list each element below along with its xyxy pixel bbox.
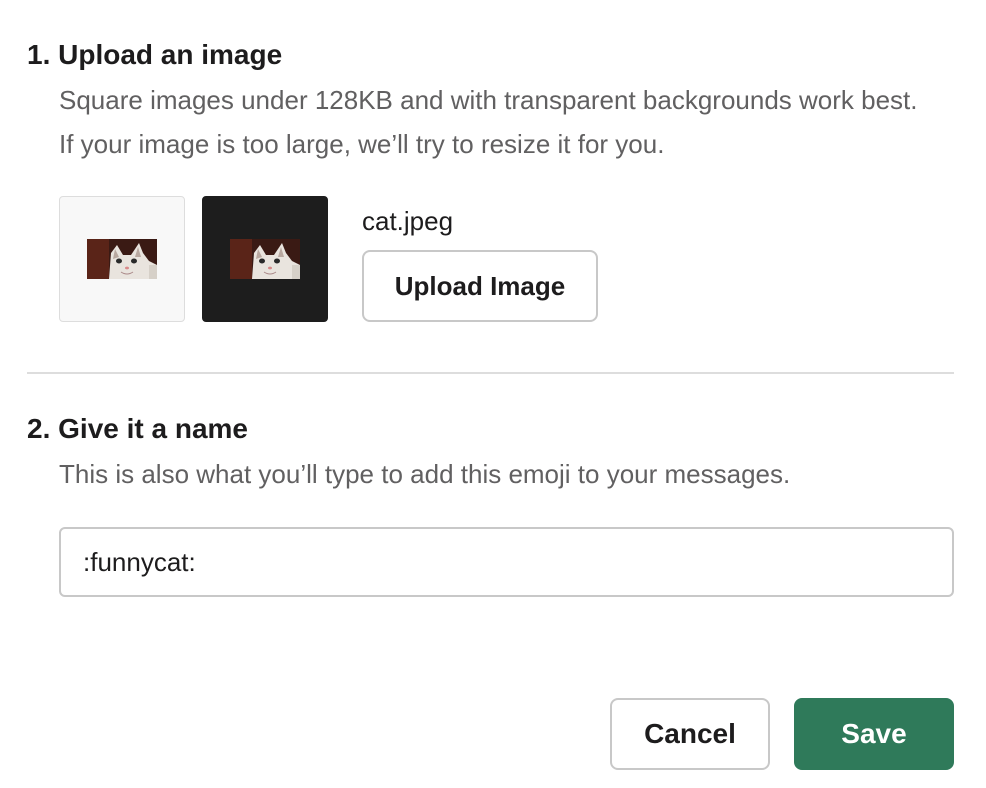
add-emoji-dialog: 1. Upload an image Square images under 1…	[0, 0, 986, 788]
save-button[interactable]: Save	[794, 698, 954, 770]
cat-image-thumbnail	[230, 239, 300, 279]
uploaded-file-name: cat.jpeg	[362, 206, 454, 236]
section-divider	[27, 372, 954, 374]
step1-description: Square images under 128KB and with trans…	[59, 85, 918, 159]
step2-title: 2. Give it a name	[27, 413, 248, 444]
emoji-preview-light	[59, 196, 185, 322]
emoji-name-input[interactable]	[59, 527, 954, 597]
cancel-button[interactable]: Cancel	[610, 698, 770, 770]
step2-description: This is also what you’ll type to add thi…	[59, 459, 791, 489]
step1-title: 1. Upload an image	[27, 39, 283, 70]
upload-image-button[interactable]: Upload Image	[362, 250, 598, 322]
cat-image-thumbnail	[87, 239, 157, 279]
emoji-preview-dark	[202, 196, 328, 322]
